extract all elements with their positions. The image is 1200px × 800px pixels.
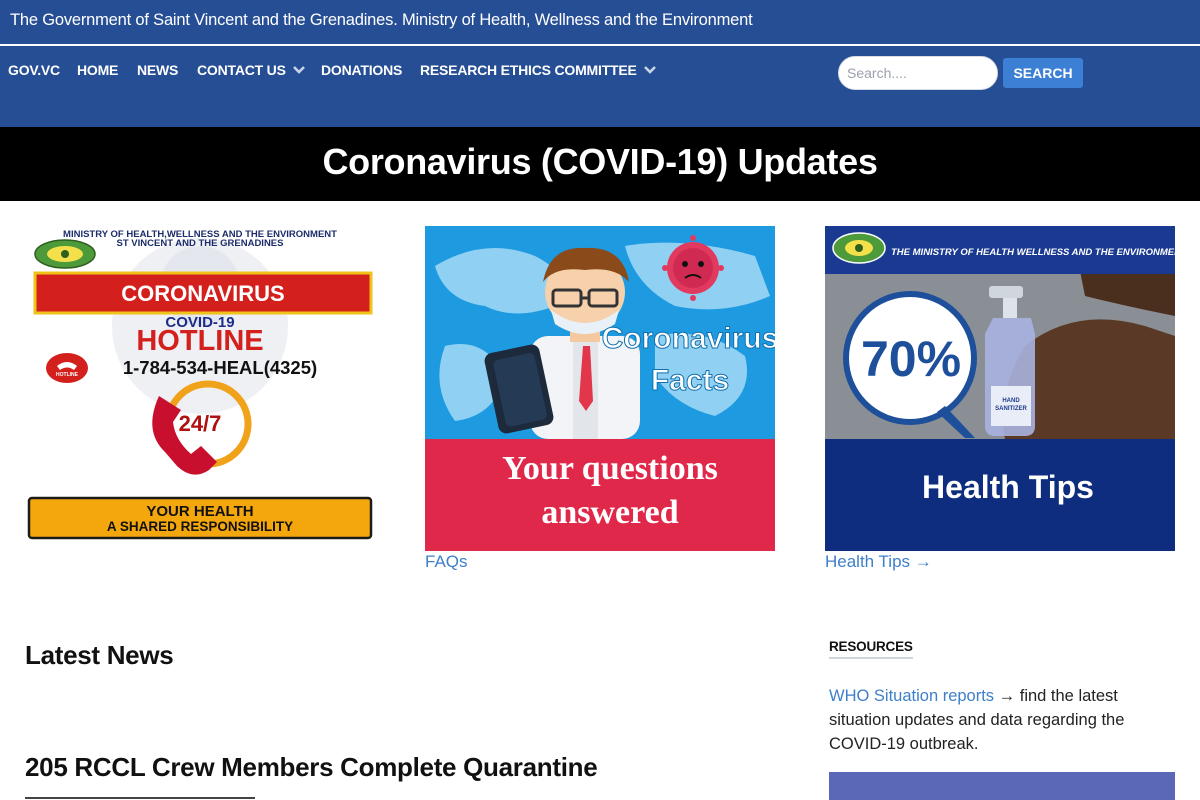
nav-item-news[interactable]: NEWS bbox=[137, 62, 178, 78]
hotline-image[interactable]: MINISTRY OF HEALTH,WELLNESS AND THE ENVI… bbox=[25, 226, 375, 546]
nav-item-label: CONTACT US bbox=[197, 62, 286, 78]
percent-label: 70% bbox=[861, 331, 961, 387]
site-header: The Government of Saint Vincent and the … bbox=[0, 0, 1200, 44]
search-input[interactable] bbox=[838, 56, 998, 90]
nav-item-contact-us[interactable]: CONTACT US bbox=[197, 62, 305, 78]
chevron-down-icon bbox=[643, 66, 656, 74]
article-divider bbox=[25, 797, 255, 799]
chevron-down-icon bbox=[292, 66, 305, 74]
search-button[interactable]: SEARCH bbox=[1003, 58, 1083, 88]
covid-banner: Coronavirus (COVID-19) Updates bbox=[0, 127, 1200, 201]
nav-item-label: HOME bbox=[77, 62, 119, 78]
hotline-label: HOTLINE bbox=[136, 325, 263, 357]
banner-heading: Coronavirus (COVID-19) Updates bbox=[322, 141, 878, 182]
ministry-seal-icon bbox=[832, 232, 886, 264]
article-title[interactable]: 205 RCCL Crew Members Complete Quarantin… bbox=[25, 752, 598, 783]
slogan-line1: YOUR HEALTH bbox=[146, 503, 253, 520]
faq-image-line1: Coronavirus bbox=[602, 322, 775, 355]
sanitizer-label-hand: HAND bbox=[1002, 398, 1020, 404]
faqs-link[interactable]: FAQs bbox=[425, 552, 468, 572]
ministry-seal-icon bbox=[34, 239, 96, 269]
nav-item-label: GOV.VC bbox=[8, 62, 60, 78]
resources-banner[interactable] bbox=[829, 772, 1175, 800]
faqs-graphic: Coronavirus Facts Your questions answere… bbox=[425, 226, 775, 551]
nav-item-label: DONATIONS bbox=[321, 62, 403, 78]
faq-caption-line2: answered bbox=[541, 494, 678, 531]
who-situation-reports-link[interactable]: WHO Situation reports bbox=[829, 687, 994, 705]
slogan-line2: A SHARED RESPONSIBILITY bbox=[107, 519, 293, 534]
phone-badge-label: HOTLINE bbox=[56, 372, 79, 378]
phone-badge-icon: HOTLINE bbox=[46, 353, 88, 383]
tips-ministry-line: THE MINISTRY OF HEALTH WELLNESS AND THE … bbox=[891, 247, 1175, 258]
hotline-ministry-line2: ST VINCENT AND THE GRENADINES bbox=[117, 238, 284, 249]
hours-label: 24/7 bbox=[179, 411, 222, 436]
health-tips-graphic: THE MINISTRY OF HEALTH WELLNESS AND THE … bbox=[825, 226, 1175, 551]
nav-item-research-ethics-committee[interactable]: RESEARCH ETHICS COMMITTEE bbox=[420, 62, 656, 78]
tips-caption: Health Tips bbox=[922, 469, 1094, 505]
health-tips-link[interactable]: Health Tips → bbox=[825, 552, 932, 572]
nav-item-donations[interactable]: DONATIONS bbox=[321, 62, 402, 78]
nav-item-gov-vc[interactable]: GOV.VC bbox=[8, 62, 60, 78]
hotline-phone-number: 1-784-534-HEAL(4325) bbox=[123, 357, 317, 378]
faq-image-line2: Facts bbox=[651, 364, 729, 397]
resources-heading: RESOURCES bbox=[829, 639, 913, 659]
nav-item-home[interactable]: HOME bbox=[77, 62, 118, 78]
nav-item-label: RESEARCH ETHICS COMMITTEE bbox=[420, 62, 637, 78]
resources-text: WHO Situation reports → find the latest … bbox=[829, 684, 1159, 756]
hotline-graphic: MINISTRY OF HEALTH,WELLNESS AND THE ENVI… bbox=[27, 229, 373, 540]
faq-caption-line1: Your questions bbox=[502, 450, 718, 487]
latest-news-heading: Latest News bbox=[25, 640, 174, 670]
site-title: The Government of Saint Vincent and the … bbox=[10, 11, 753, 29]
main-navigation: GOV.VC HOME NEWS CONTACT US DONATIONS RE… bbox=[0, 46, 1200, 127]
coronavirus-label: CORONAVIRUS bbox=[121, 281, 284, 306]
sanitizer-label-sanitizer: SANITIZER bbox=[995, 406, 1027, 412]
faqs-image[interactable]: Coronavirus Facts Your questions answere… bbox=[425, 226, 775, 551]
nav-item-label: NEWS bbox=[137, 62, 179, 78]
health-tips-image[interactable]: THE MINISTRY OF HEALTH WELLNESS AND THE … bbox=[825, 226, 1175, 551]
